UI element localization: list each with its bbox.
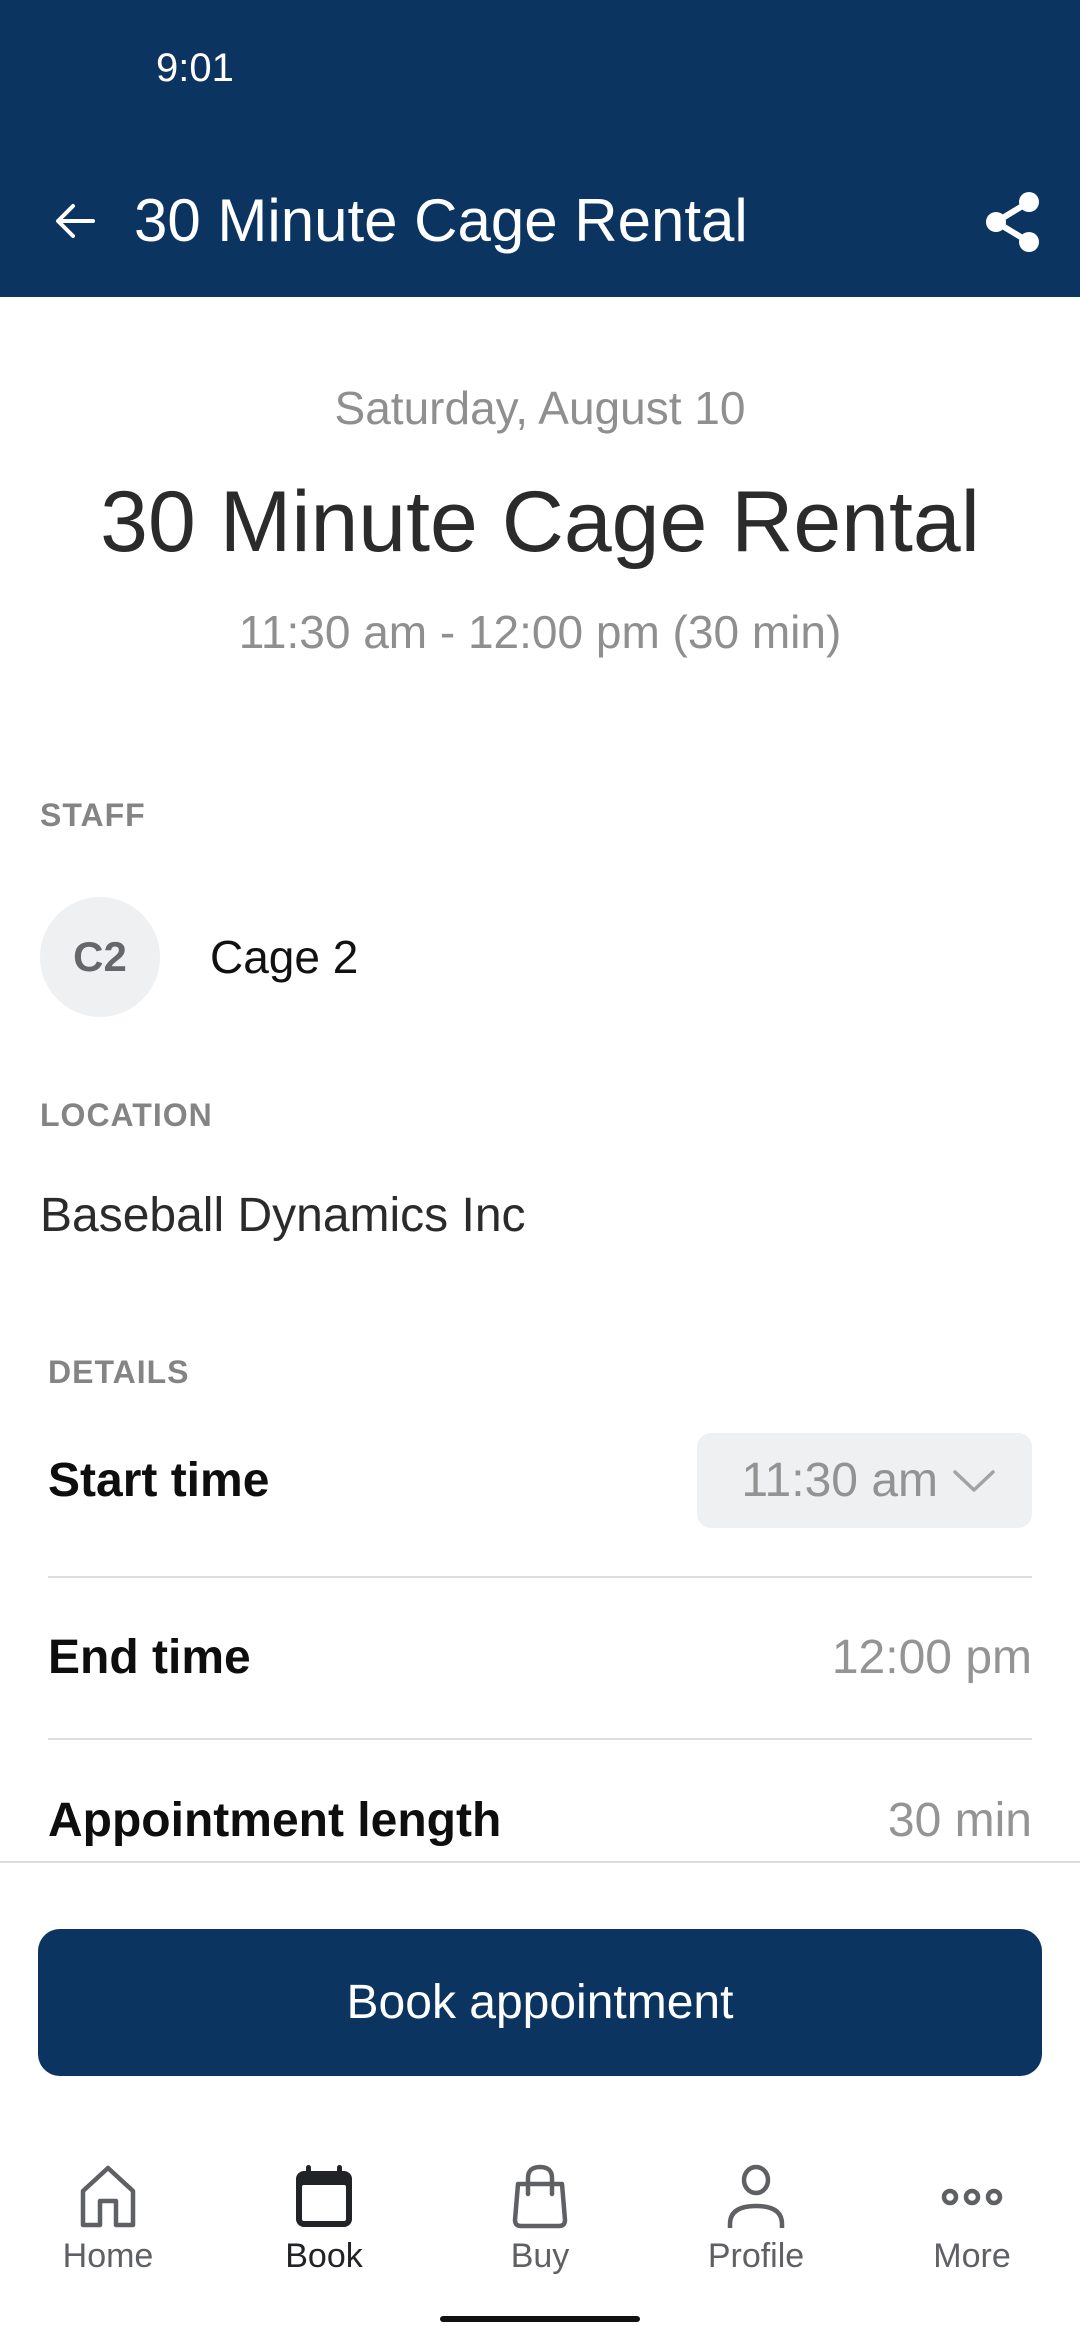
- home-icon: [80, 2165, 136, 2228]
- start-time-label: Start time: [48, 1453, 270, 1507]
- tab-home-label: Home: [62, 2237, 154, 2275]
- end-time-label: End time: [48, 1631, 251, 1684]
- divider: [48, 1738, 1032, 1740]
- staff-name[interactable]: Cage 2: [210, 930, 358, 984]
- bottom-tab-bar: Home Book Buy Profile More: [0, 2150, 1080, 2280]
- footer-divider: [0, 1861, 1080, 1863]
- app-header: 9:01 30 Minute Cage Rental: [0, 0, 1080, 297]
- header-title: 30 Minute Cage Rental: [134, 187, 748, 254]
- tab-book[interactable]: Book: [216, 2150, 432, 2280]
- person-icon: [727, 2164, 785, 2228]
- location-section-label: LOCATION: [40, 1097, 213, 1133]
- status-time: 9:01: [156, 46, 234, 90]
- appointment-title: 30 Minute Cage Rental: [100, 474, 980, 570]
- appointment-length-value: 30 min: [887, 1794, 1032, 1847]
- location-name: Baseball Dynamics Inc: [40, 1189, 526, 1242]
- home-indicator[interactable]: [440, 2316, 640, 2322]
- end-time-row: End time 12:00 pm: [48, 1630, 1032, 1686]
- staff-avatar: C2: [40, 897, 160, 1017]
- appointment-length-label: Appointment length: [48, 1794, 502, 1847]
- tab-buy[interactable]: Buy: [432, 2150, 648, 2280]
- back-button[interactable]: [40, 186, 110, 256]
- end-time-value: 12:00 pm: [831, 1631, 1032, 1684]
- chevron-down-icon: [953, 1469, 995, 1492]
- start-time-dropdown[interactable]: 11:30 am: [697, 1433, 1032, 1528]
- tab-buy-label: Buy: [510, 2237, 570, 2275]
- arrow-left-icon: [56, 204, 95, 238]
- tab-book-label: Book: [285, 2237, 363, 2275]
- start-time-row: Start time 11:30 am: [48, 1433, 1032, 1528]
- book-appointment-button[interactable]: Book appointment: [38, 1929, 1042, 2076]
- more-dots-icon: [941, 2188, 1003, 2206]
- share-icon: [986, 192, 1039, 252]
- details-section-label: DETAILS: [48, 1354, 190, 1390]
- appointment-time-range: 11:30 am - 12:00 pm (30 min): [238, 606, 842, 658]
- share-button[interactable]: [975, 184, 1051, 260]
- shopping-bag-icon: [512, 2164, 568, 2229]
- tab-profile[interactable]: Profile: [648, 2150, 864, 2280]
- tab-profile-label: Profile: [707, 2237, 805, 2275]
- tab-more[interactable]: More: [864, 2150, 1080, 2280]
- staff-initials: C2: [73, 933, 127, 980]
- appointment-date: Saturday, August 10: [334, 382, 746, 434]
- start-time-value: 11:30 am: [741, 1453, 938, 1507]
- appointment-length-row: Appointment length 30 min: [48, 1793, 1032, 1849]
- staff-section-label: STAFF: [40, 797, 146, 833]
- calendar-icon: [296, 2165, 352, 2227]
- tab-home[interactable]: Home: [0, 2150, 216, 2280]
- divider: [48, 1576, 1032, 1578]
- tab-more-label: More: [933, 2237, 1011, 2275]
